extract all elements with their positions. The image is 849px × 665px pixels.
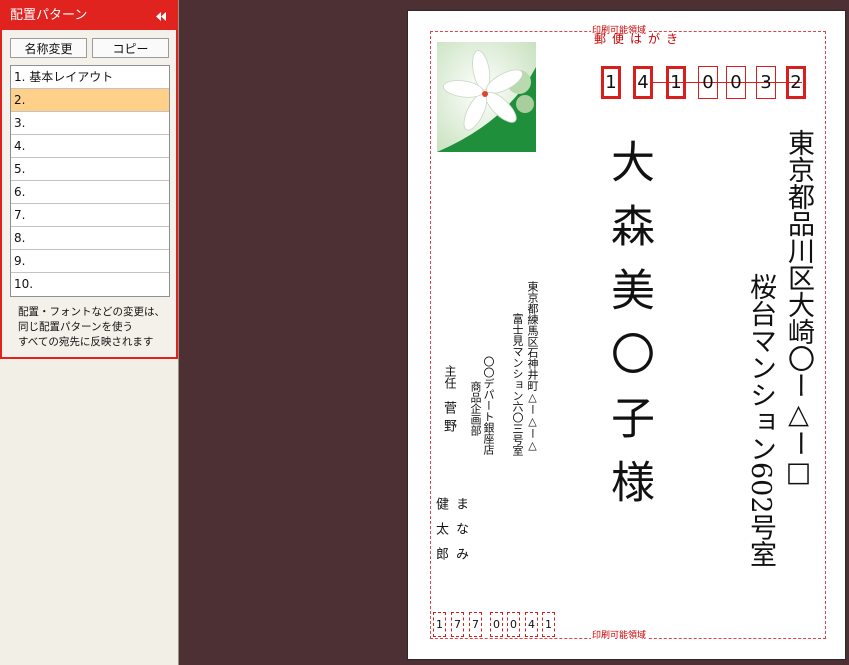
rename-button[interactable]: 名称変更 (10, 38, 87, 58)
pattern-item[interactable]: 3. (11, 112, 169, 135)
sender-address-line2[interactable]: 富士見マンション六〇三号室 (511, 313, 524, 456)
sender-address-line1[interactable]: 東京都練馬区石神井町△ー△ー△ (526, 281, 539, 452)
sender-name-joint[interactable]: 健太郎 (433, 497, 448, 572)
postcard-preview[interactable]: 印刷可能領域 印刷可能領域 郵便はがき 1 4 1 0 0 3 2 東京都品川区… (407, 10, 846, 660)
pattern-item[interactable]: 10. (11, 273, 169, 295)
sender-name-joint[interactable]: まなみ (453, 497, 468, 572)
note-line: 配置・フォントなどの変更は、 (18, 306, 165, 318)
pattern-item[interactable]: 4. (11, 135, 169, 158)
pattern-item[interactable]: 5. (11, 158, 169, 181)
pattern-item[interactable]: 1. 基本レイアウト (11, 66, 169, 89)
flower-stamp-image (437, 42, 536, 152)
panel-note: 配置・フォントなどの変更は、 同じ配置パターンを使う すべての宛先に反映されます (18, 305, 173, 350)
sender-name[interactable]: 菅野 (441, 401, 456, 437)
postal-digit: 1 (666, 66, 686, 99)
sender-department[interactable]: 商品企画部 (469, 381, 482, 436)
panel-header: 配置パターン (2, 2, 176, 30)
sender-postal-digit: 4 (525, 612, 538, 637)
postal-digit: 2 (786, 66, 806, 99)
layout-pattern-panel: 配置パターン 名称変更 コピー 1. 基本レイアウト 2. 3. 4. 5. 6… (0, 0, 178, 359)
pattern-item[interactable]: 6. (11, 181, 169, 204)
sender-postal-digit: 7 (469, 612, 482, 637)
recipient-name[interactable]: 大森美〇子様 (603, 139, 654, 523)
postal-digit: 4 (633, 66, 653, 99)
copy-button[interactable]: コピー (92, 38, 169, 58)
postal-digit: 3 (756, 66, 776, 99)
recipient-address-line2[interactable]: 桜台マンション602号室 (745, 273, 776, 568)
postal-digit: 0 (698, 66, 718, 99)
pattern-item-selected[interactable]: 2. (11, 89, 169, 112)
printable-area-label-bottom: 印刷可能領域 (591, 631, 648, 641)
sender-postal-digit: 0 (490, 612, 503, 637)
pattern-item[interactable]: 7. (11, 204, 169, 227)
panel-title: 配置パターン (10, 8, 88, 23)
postal-digit: 0 (726, 66, 746, 99)
pattern-item[interactable]: 9. (11, 250, 169, 273)
note-line: すべての宛先に反映されます (18, 336, 154, 348)
sender-company[interactable]: 〇〇デパート銀座店 (482, 356, 495, 455)
recipient-address-line1[interactable]: 東京都品川区大崎〇ー△ー□ (783, 129, 814, 488)
sender-postal-digit: 1 (433, 612, 446, 637)
sender-postal-digit: 1 (542, 612, 555, 637)
note-line: 同じ配置パターンを使う (18, 321, 133, 333)
sender-postal-digit: 7 (451, 612, 464, 637)
pattern-list: 1. 基本レイアウト 2. 3. 4. 5. 6. 7. 8. 9. 10. (10, 65, 170, 297)
sender-title[interactable]: 主任 (443, 365, 457, 389)
sender-postal-digit: 0 (507, 612, 520, 637)
collapse-icon[interactable] (154, 2, 168, 30)
postal-digit: 1 (601, 66, 621, 99)
pattern-item[interactable]: 8. (11, 227, 169, 250)
postcard-label: 郵便はがき (594, 32, 685, 46)
